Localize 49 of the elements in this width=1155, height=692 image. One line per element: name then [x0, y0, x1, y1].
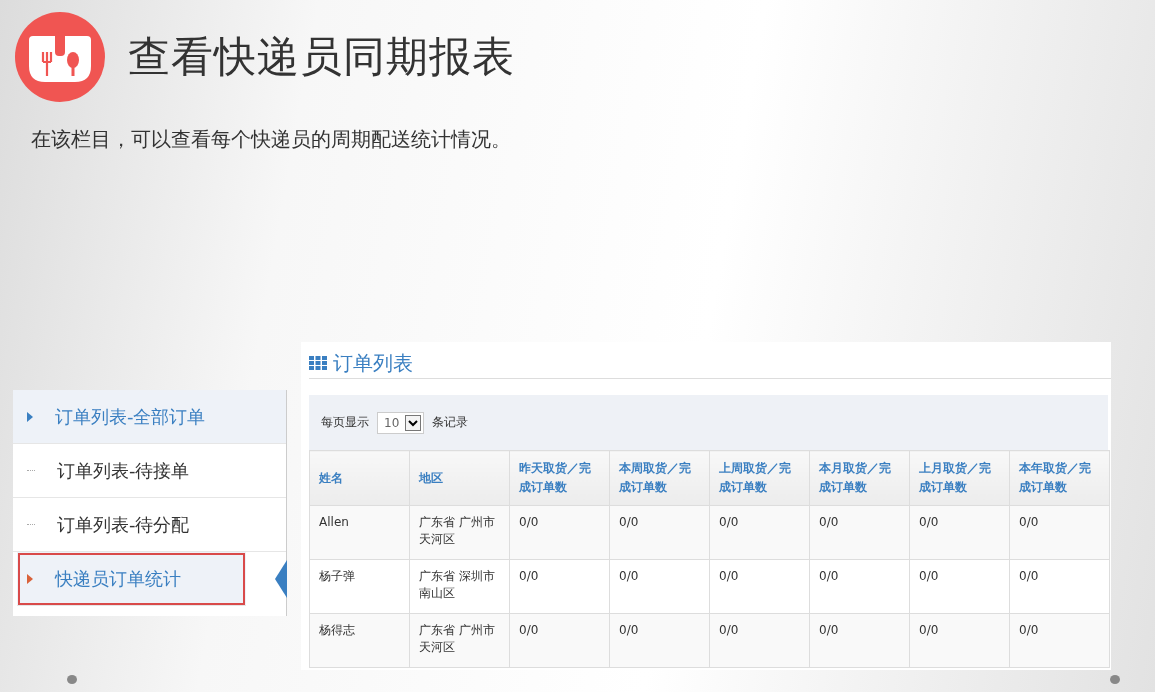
column-header[interactable]: 上月取货／完成订单数 [909, 450, 1010, 506]
column-header[interactable]: 本月取货／完成订单数 [809, 450, 910, 506]
table-cell: 0/0 [509, 505, 610, 560]
table-cell: 杨子弹 [309, 559, 410, 614]
table-cell: 0/0 [609, 613, 710, 668]
pointer-icon [275, 560, 287, 598]
table-cell: 杨得志 [309, 613, 410, 668]
dash-icon [27, 470, 35, 471]
column-header[interactable]: 地区 [409, 450, 510, 506]
table-cell: 0/0 [609, 559, 710, 614]
arrow-icon [27, 411, 33, 422]
page-size-select[interactable]: 10 [377, 411, 425, 434]
sidebar-item[interactable]: 订单列表-全部订单 [13, 390, 286, 444]
records-label: 条记录 [432, 414, 469, 431]
table-cell: 0/0 [909, 613, 1010, 668]
column-header[interactable]: 本周取货／完成订单数 [609, 450, 710, 506]
table-cell: 0/0 [709, 559, 810, 614]
table-cell: 0/0 [509, 559, 610, 614]
logo-icon [15, 12, 105, 102]
table-cell: 0/0 [509, 613, 610, 668]
table-cell: 0/0 [809, 613, 910, 668]
grid-icon [309, 356, 327, 370]
table-cell: Allen [309, 505, 410, 560]
bullet-dot [67, 675, 77, 684]
dash-icon [27, 524, 35, 525]
table-cell: 0/0 [809, 505, 910, 560]
column-header[interactable]: 上周取货／完成订单数 [709, 450, 810, 506]
table-cell: 0/0 [909, 505, 1010, 560]
bullet-dot [1110, 675, 1120, 684]
table-cell: 0/0 [1009, 505, 1110, 560]
slide-description: 在该栏目，可以查看每个快递员的周期配送统计情况。 [31, 126, 512, 153]
table-cell: 广东省 广州市天河区 [409, 505, 510, 560]
column-header[interactable]: 昨天取货／完成订单数 [509, 450, 610, 506]
table-cell: 0/0 [809, 559, 910, 614]
table-cell: 广东省 广州市天河区 [409, 613, 510, 668]
page-size-label: 每页显示 [321, 414, 369, 431]
arrow-icon [27, 573, 33, 584]
slide-title: 查看快递员同期报表 [128, 31, 515, 83]
table-cell: 0/0 [1009, 559, 1110, 614]
table-cell: 0/0 [609, 505, 710, 560]
table-cell: 广东省 深圳市南山区 [409, 559, 510, 614]
table-cell: 0/0 [709, 613, 810, 668]
table-cell: 0/0 [709, 505, 810, 560]
table-cell: 0/0 [1009, 613, 1110, 668]
column-header[interactable]: 姓名 [309, 450, 410, 506]
caret-icon [405, 414, 422, 431]
panel-title: 订单列表 [333, 349, 413, 377]
table-cell: 0/0 [909, 559, 1010, 614]
column-header[interactable]: 本年取货／完成订单数 [1009, 450, 1110, 506]
